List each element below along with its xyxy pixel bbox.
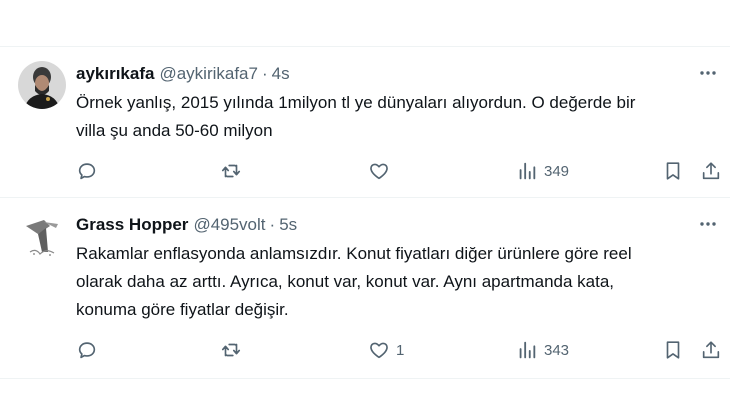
view-count: 349	[544, 162, 570, 180]
tweet[interactable]: aykırıkafa @aykirikafa7 · 4s Örnek yanlı…	[0, 47, 730, 198]
view-count: 343	[544, 341, 570, 359]
user-handle[interactable]: @aykirikafa7	[159, 64, 258, 84]
retweet-icon	[221, 343, 241, 357]
bookmark-icon	[666, 162, 680, 180]
like-button[interactable]	[368, 157, 396, 185]
bookmark-icon	[666, 341, 680, 359]
views-button[interactable]: 349	[516, 157, 569, 185]
avatar[interactable]	[18, 212, 66, 260]
tweet-text: Rakamlar enflasyonda anlamsızdır. Konut …	[76, 244, 632, 319]
timestamp[interactable]: 5s	[279, 215, 297, 235]
heart-icon	[370, 163, 388, 180]
retweet-button[interactable]	[220, 157, 248, 185]
avatar[interactable]	[18, 61, 66, 109]
tweet-actions: 1 343	[76, 336, 730, 364]
tweet-header: Grass Hopper @495volt · 5s	[76, 214, 690, 236]
separator: ·	[261, 64, 268, 83]
reply-icon	[78, 163, 96, 180]
bookmark-button[interactable]	[662, 336, 684, 364]
tweet[interactable]: Grass Hopper @495volt · 5s Rakamlar enfl…	[0, 198, 730, 379]
user-photo-avatar-icon	[18, 61, 66, 109]
bookmark-button[interactable]	[662, 157, 684, 185]
share-button[interactable]	[700, 336, 722, 364]
tweet-header: aykırıkafa @aykirikafa7 · 4s	[76, 63, 690, 85]
separator: ·	[269, 215, 276, 234]
heart-icon	[370, 342, 388, 359]
reply-button[interactable]	[76, 157, 104, 185]
previous-tweet-area	[0, 0, 730, 47]
more-options-icon[interactable]	[696, 61, 720, 85]
share-icon	[702, 162, 720, 180]
display-name[interactable]: aykırıkafa	[76, 64, 154, 84]
tweet-text: Örnek yanlış, 2015 yılında 1milyon tl ye…	[76, 93, 636, 140]
retweet-button[interactable]	[220, 336, 248, 364]
tweet-actions: 349	[76, 157, 730, 185]
retweet-icon	[221, 164, 241, 178]
views-chart-icon	[519, 162, 536, 180]
reply-button[interactable]	[76, 336, 104, 364]
grasshopper-avatar-icon	[18, 212, 66, 260]
share-button[interactable]	[700, 157, 722, 185]
user-handle[interactable]: @495volt	[193, 215, 265, 235]
more-options-icon[interactable]	[696, 212, 720, 236]
share-icon	[702, 341, 720, 359]
display-name[interactable]: Grass Hopper	[76, 215, 188, 235]
like-count: 1	[396, 341, 405, 359]
reply-icon	[78, 342, 96, 359]
views-chart-icon	[519, 341, 536, 359]
like-button[interactable]: 1	[368, 336, 404, 364]
timestamp[interactable]: 4s	[272, 64, 290, 84]
views-button[interactable]: 343	[516, 336, 569, 364]
